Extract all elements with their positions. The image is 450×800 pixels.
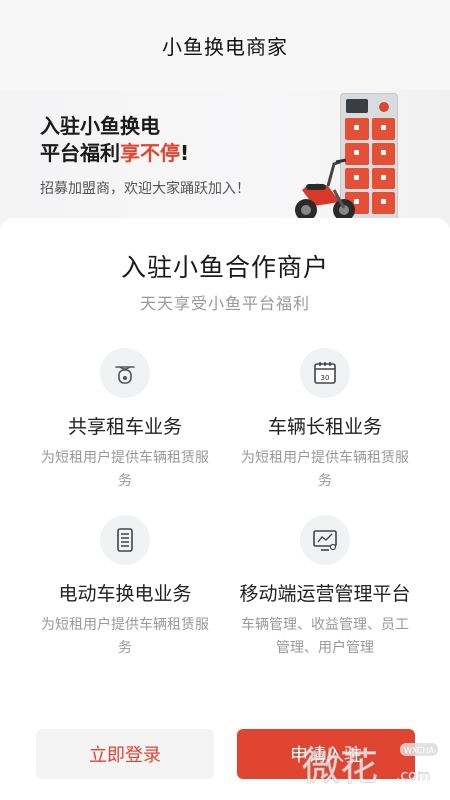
feature-description: 车辆管理、收益管理、员工管理、用户管理	[241, 617, 409, 656]
promo-banner[interactable]: 入驻小鱼换电 平台福利享不停! 招募加盟商，欢迎大家踊跃加入！	[0, 90, 450, 230]
feature-title: 共享租车业务	[67, 416, 182, 438]
scooter-icon	[100, 348, 150, 398]
banner-headline-suffix: !	[180, 141, 190, 165]
calendar-day: 30	[321, 374, 330, 382]
locker-logo	[379, 102, 389, 112]
locker-screen	[346, 99, 368, 113]
feature-shared-rental[interactable]: 共享租车业务 为短租用户提供车辆租赁服务	[25, 348, 225, 493]
banner-headline-2: 平台福利享不停!	[40, 137, 189, 166]
feature-long-term-rental[interactable]: 30 车辆长租业务 为短租用户提供车辆租赁服务	[225, 348, 425, 493]
banner-headline-prefix: 平台福利	[40, 141, 120, 165]
section-subtitle: 天天享受小鱼平台福利	[139, 294, 310, 313]
feature-description: 为短租用户提供车辆租赁服务	[241, 450, 409, 489]
calendar-icon: 30	[300, 348, 350, 398]
feature-title: 车辆长租业务	[267, 416, 382, 438]
feature-description: 为短租用户提供车辆租赁服务	[41, 450, 209, 489]
banner-highlight: 享不停	[120, 141, 180, 165]
login-button[interactable]: 立即登录	[36, 729, 214, 779]
feature-title: 电动车换电业务	[58, 583, 192, 605]
feature-description: 为短租用户提供车辆租赁服务	[41, 617, 209, 656]
section-title: 入驻小鱼合作商户	[120, 253, 329, 282]
battery-cabinet-icon	[100, 515, 150, 565]
banner-subtitle: 招募加盟商，欢迎大家踊跃加入！	[40, 181, 250, 197]
banner-headline: 入驻小鱼换电	[40, 114, 160, 138]
feature-title: 移动端运营管理平台	[239, 583, 411, 605]
electric-scooter-illustration	[295, 158, 355, 221]
main-content: 入驻小鱼合作商户 天天享受小鱼平台福利 共享租车业务 为短租用户提供车辆租赁服务…	[0, 218, 450, 800]
feature-battery-swap[interactable]: 电动车换电业务 为短租用户提供车辆租赁服务	[25, 515, 225, 660]
page-title: 小鱼换电商家	[162, 34, 288, 59]
monitor-chart-icon	[300, 515, 350, 565]
feature-mobile-platform[interactable]: 移动端运营管理平台 车辆管理、收益管理、员工管理、用户管理	[225, 515, 425, 660]
app-header: 小鱼换电商家	[0, 0, 450, 90]
apply-join-button[interactable]: 申请入驻	[237, 729, 415, 779]
